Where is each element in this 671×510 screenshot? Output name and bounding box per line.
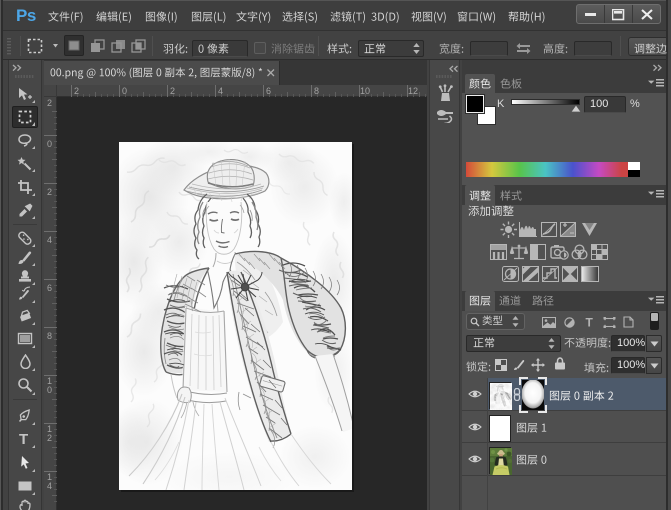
svg-text:4: 4 [218, 86, 223, 96]
svg-text:2: 2 [170, 86, 175, 96]
svg-text:T: T [586, 316, 594, 328]
svg-text:8: 8 [47, 331, 52, 341]
svg-text:4: 4 [47, 235, 52, 245]
svg-text:2: 2 [47, 187, 52, 197]
svg-text:2: 2 [47, 98, 52, 108]
svg-text:6: 6 [47, 283, 52, 293]
svg-text:T: T [19, 431, 28, 446]
svg-text:0: 0 [122, 86, 127, 96]
svg-text:8: 8 [314, 86, 319, 96]
svg-text:10: 10 [360, 86, 370, 96]
svg-text:12: 12 [408, 86, 418, 96]
svg-text:4: 4 [47, 481, 52, 491]
svg-text:0: 0 [47, 385, 52, 395]
svg-text:0: 0 [47, 139, 52, 149]
svg-text:2: 2 [74, 86, 79, 96]
svg-text:2: 2 [47, 433, 52, 443]
svg-text:6: 6 [266, 86, 271, 96]
